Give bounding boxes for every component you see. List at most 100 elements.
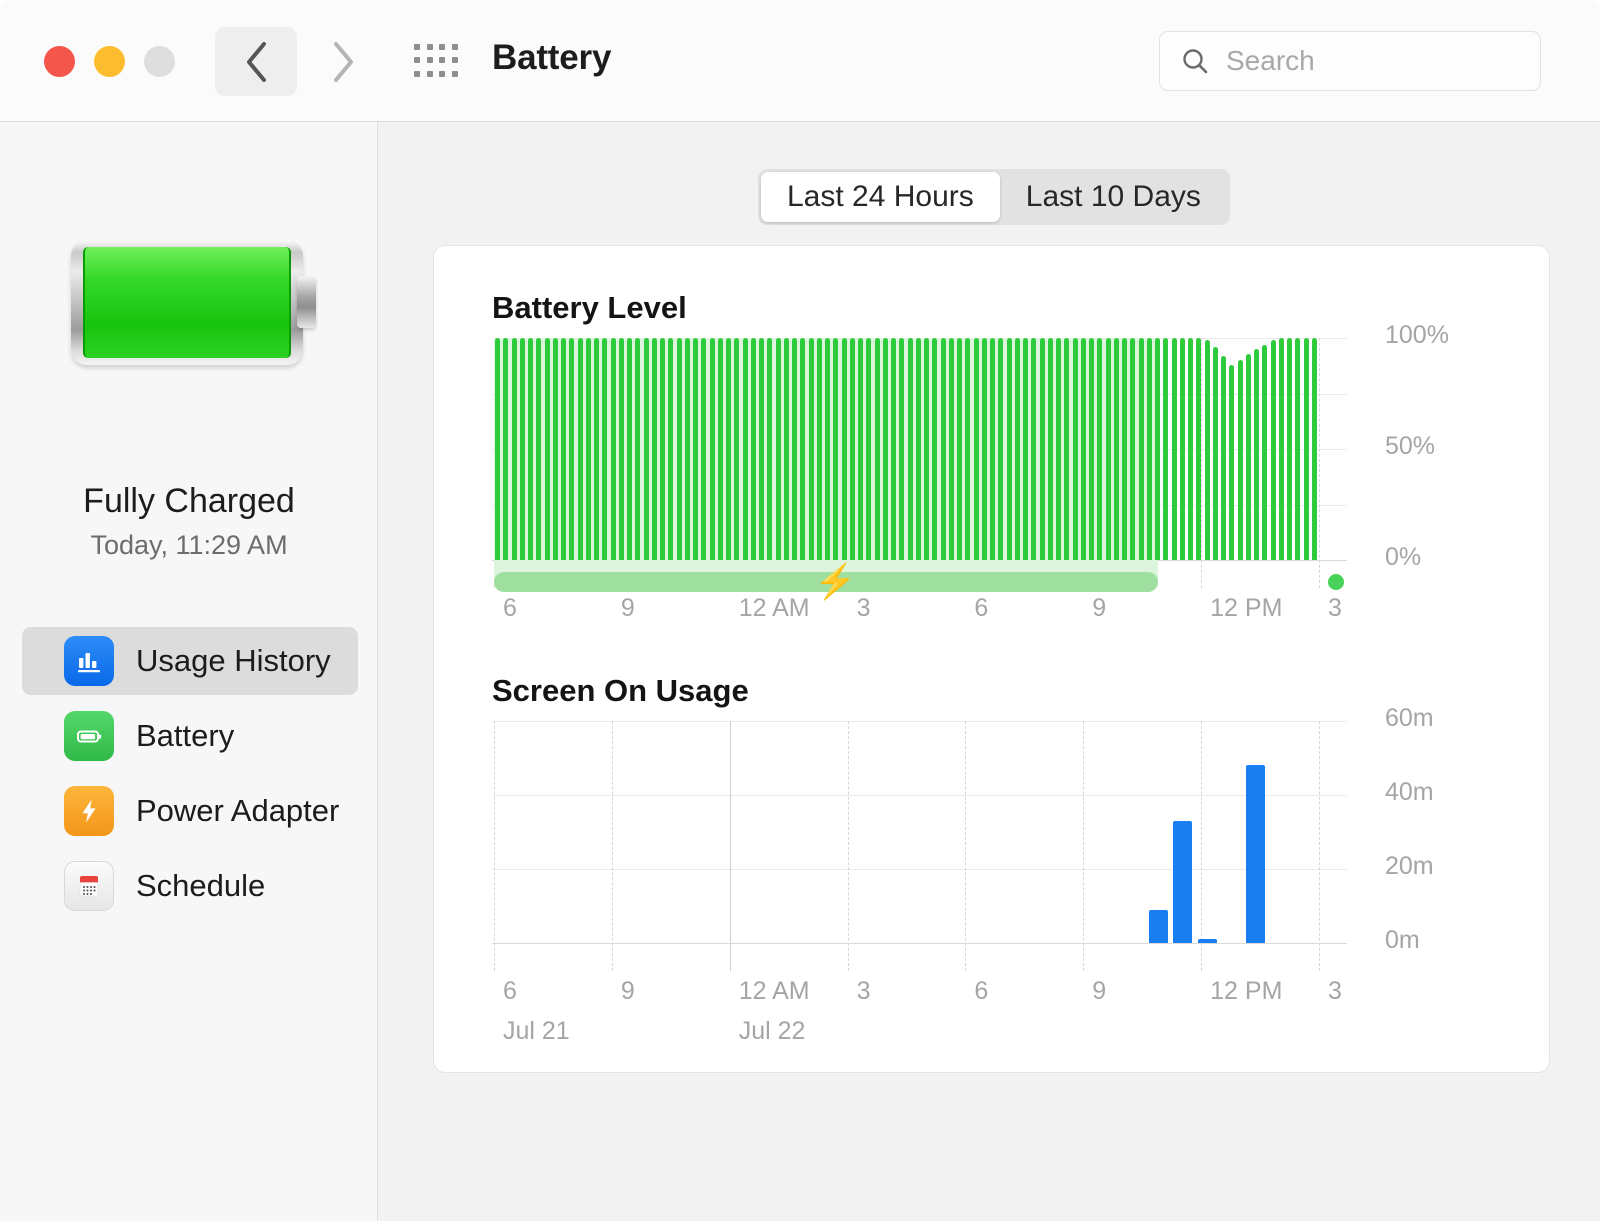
battery-level-bar	[1007, 338, 1012, 560]
gridline-vertical	[1201, 338, 1202, 588]
x-tick-label: 3	[1328, 594, 1342, 623]
battery-level-bar	[1172, 338, 1177, 560]
battery-level-bar	[553, 338, 558, 560]
close-button[interactable]	[44, 46, 75, 77]
screen-on-usage-bar	[1198, 939, 1217, 943]
battery-level-bar	[875, 338, 880, 560]
tab-last-10-days[interactable]: Last 10 Days	[1000, 172, 1227, 222]
sidebar-item-battery[interactable]: Battery	[22, 702, 358, 770]
battery-level-bar	[677, 338, 682, 560]
back-button[interactable]	[215, 27, 297, 96]
x-day-label: Jul 21	[503, 1017, 570, 1046]
chevron-left-icon	[244, 41, 268, 83]
battery-level-bar	[619, 338, 624, 560]
gridline-horizontal	[492, 795, 1347, 796]
battery-level-bar	[982, 338, 987, 560]
battery-level-bar	[1031, 338, 1036, 560]
screen-on-usage-bar	[1246, 765, 1265, 943]
battery-level-bar	[1130, 338, 1135, 560]
battery-level-bar	[561, 338, 566, 560]
traffic-light-group	[44, 46, 175, 77]
battery-level-bar	[1295, 338, 1300, 560]
battery-level-bar	[1155, 338, 1160, 560]
battery-level-bar	[1015, 338, 1020, 560]
battery-level-bar	[528, 338, 533, 560]
x-tick-label: 6	[974, 977, 988, 1006]
battery-level-bar	[627, 338, 632, 560]
tab-last-24-hours[interactable]: Last 24 Hours	[761, 172, 1000, 222]
battery-level-bar	[602, 338, 607, 560]
search-field[interactable]: Search	[1159, 31, 1541, 91]
screen-on-usage-chart	[492, 721, 1347, 943]
y-tick-label: 40m	[1385, 778, 1434, 807]
sidebar-nav-list: Usage History Battery	[22, 627, 358, 927]
battery-level-bar	[1271, 340, 1276, 560]
battery-level-chart-title: Battery Level	[492, 290, 687, 326]
gridline-vertical	[1201, 721, 1202, 971]
battery-level-bar	[949, 338, 954, 560]
x-tick-label: 6	[974, 594, 988, 623]
sidebar-item-usage-history[interactable]: Usage History	[22, 627, 358, 695]
battery-level-bar	[924, 338, 929, 560]
battery-icon	[64, 711, 114, 761]
gridline-vertical	[1319, 338, 1320, 588]
battery-level-bar	[990, 338, 995, 560]
battery-level-bar	[1073, 338, 1078, 560]
battery-level-bar	[1254, 349, 1259, 560]
battery-level-bar	[891, 338, 896, 560]
battery-level-bar	[1262, 345, 1267, 560]
battery-level-bar	[611, 338, 616, 560]
axis-baseline	[492, 943, 1347, 944]
y-tick-label: 0m	[1385, 926, 1420, 955]
battery-level-bar	[1122, 338, 1127, 560]
battery-level-bar	[916, 338, 921, 560]
sidebar-item-label: Battery	[136, 718, 234, 754]
battery-status-title: Fully Charged	[0, 482, 378, 521]
x-tick-label: 9	[621, 594, 635, 623]
battery-level-bar	[660, 338, 665, 560]
page-title: Battery	[492, 38, 611, 78]
y-tick-label: 100%	[1385, 321, 1449, 350]
sidebar-item-schedule[interactable]: Schedule	[22, 852, 358, 920]
gridline-horizontal	[492, 869, 1347, 870]
battery-level-bar	[908, 338, 913, 560]
sidebar-item-label: Usage History	[136, 643, 331, 679]
battery-level-bar	[1312, 338, 1317, 560]
battery-level-bar	[850, 338, 855, 560]
x-day-label: Jul 22	[739, 1017, 806, 1046]
battery-level-bar	[734, 338, 739, 560]
screen-on-usage-bar	[1149, 910, 1168, 943]
gridline-vertical	[1319, 721, 1320, 971]
battery-level-bar	[701, 338, 706, 560]
y-tick-label: 20m	[1385, 852, 1434, 881]
minimize-button[interactable]	[94, 46, 125, 77]
chevron-right-icon	[331, 41, 355, 83]
show-all-grid-icon[interactable]	[414, 44, 460, 80]
battery-level-bar	[767, 338, 772, 560]
x-tick-label: 9	[1092, 977, 1106, 1006]
gridline-vertical	[494, 721, 495, 971]
battery-level-bar	[825, 338, 830, 560]
zoom-button[interactable]	[144, 46, 175, 77]
battery-level-bar	[776, 338, 781, 560]
screen-on-usage-chart-title: Screen On Usage	[492, 673, 749, 709]
x-tick-label: 12 PM	[1210, 977, 1282, 1006]
forward-button[interactable]	[305, 27, 381, 96]
window-toolbar: Battery Search	[0, 0, 1600, 122]
main-content: Last 24 Hours Last 10 Days Battery Level…	[378, 122, 1600, 1221]
battery-level-bar	[718, 338, 723, 560]
y-tick-label: 60m	[1385, 704, 1434, 733]
sidebar-item-power-adapter[interactable]: Power Adapter	[22, 777, 358, 845]
gridline-horizontal	[492, 721, 1347, 722]
battery-level-bar	[644, 338, 649, 560]
battery-level-bar	[1246, 354, 1251, 560]
battery-level-bar	[668, 338, 673, 560]
battery-level-bar	[957, 338, 962, 560]
battery-level-bar	[784, 338, 789, 560]
charge-end-dot	[1328, 574, 1344, 590]
search-placeholder: Search	[1226, 45, 1315, 77]
x-tick-label: 3	[857, 594, 871, 623]
battery-level-bar	[1097, 338, 1102, 560]
gridline-vertical	[730, 721, 731, 971]
battery-level-bar	[536, 338, 541, 560]
